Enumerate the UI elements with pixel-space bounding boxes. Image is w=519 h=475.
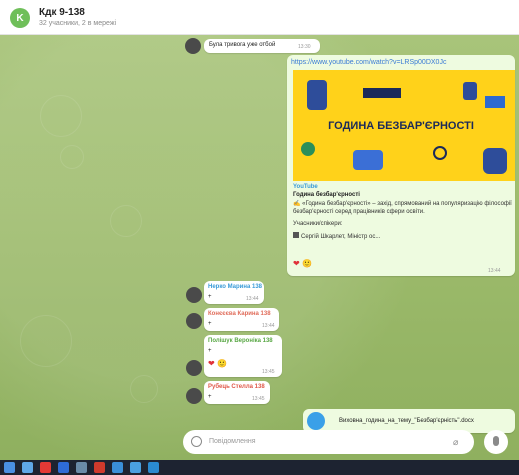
message-time: 13:44 xyxy=(488,268,501,274)
avatar-reaction[interactable]: 🙂 xyxy=(302,259,312,268)
reactions[interactable]: ❤ 🙂 xyxy=(208,359,227,368)
figure-illustration xyxy=(483,148,507,174)
message-time: 13:45 xyxy=(262,369,275,375)
message-input[interactable]: Повідомлення xyxy=(209,438,256,445)
pattern-doodle xyxy=(110,205,142,237)
figure-illustration xyxy=(463,82,477,100)
message-time: 13:45 xyxy=(252,396,265,402)
mic-icon xyxy=(493,436,499,446)
preview-speakers-label: Учасники/спікери: xyxy=(293,221,343,227)
file-name[interactable]: Виховна_година_на_тему_"Безбар'єрність".… xyxy=(339,418,474,424)
badge-illustration xyxy=(485,96,505,108)
taskbar-app-icon[interactable] xyxy=(130,462,141,473)
user-avatar[interactable] xyxy=(186,287,202,303)
message-text: + xyxy=(208,321,212,327)
pattern-doodle xyxy=(40,95,82,137)
message-link[interactable]: https://www.youtube.com/watch?v=LRSp00DX… xyxy=(291,59,446,66)
chat-title[interactable]: Кдк 9-138 xyxy=(39,7,85,18)
reactions[interactable]: ❤ 🙂 xyxy=(293,259,312,268)
pattern-doodle xyxy=(130,375,158,403)
emoji-icon[interactable] xyxy=(191,436,202,447)
group-avatar[interactable]: K xyxy=(10,8,30,28)
pattern-doodle xyxy=(60,145,84,169)
circle-illustration xyxy=(301,142,315,156)
sender-name[interactable]: Рубець Стелла 138 xyxy=(208,384,265,390)
message-time: 13:44 xyxy=(262,323,275,329)
message-bubble[interactable]: Нерко Марина 138 + 13:44 xyxy=(204,281,264,304)
message-bubble[interactable]: Конєєєва Карина 138 + 13:44 xyxy=(204,308,279,331)
sender-name[interactable]: Конєєєва Карина 138 xyxy=(208,311,271,317)
figure-illustration xyxy=(353,150,383,170)
user-avatar[interactable] xyxy=(186,388,202,404)
document-icon[interactable] xyxy=(307,412,325,430)
message-text: Була тривога уже отбой xyxy=(209,42,276,48)
heart-reaction[interactable]: ❤ xyxy=(208,359,215,368)
sender-name[interactable]: Полішук Вероніка 138 xyxy=(208,338,273,344)
preview-title: Година безбар'єрності xyxy=(293,192,360,198)
ministry-logo xyxy=(363,88,401,98)
message-text: + xyxy=(208,294,212,300)
taskbar-app-icon[interactable] xyxy=(112,462,123,473)
start-icon[interactable] xyxy=(4,462,15,473)
mic-button[interactable] xyxy=(484,430,508,454)
taskbar-app-icon[interactable] xyxy=(148,462,159,473)
preview-banner-title: ГОДИНА БЕЗБАР'ЄРНОСТІ xyxy=(328,120,474,132)
sender-name[interactable]: Нерко Марина 138 xyxy=(208,284,262,290)
chat-header[interactable]: K Кдк 9-138 32 учасники, 2 в мережі xyxy=(0,0,519,35)
link-preview-text: YouTube Година безбар'єрності ✍ «Година … xyxy=(293,184,513,240)
avatar-reaction[interactable]: 🙂 xyxy=(217,359,227,368)
user-avatar[interactable] xyxy=(186,313,202,329)
pattern-doodle xyxy=(20,315,72,367)
taskbar-app-icon[interactable] xyxy=(58,462,69,473)
message-time: 13:30 xyxy=(298,44,311,50)
message-time: 13:44 xyxy=(246,296,259,302)
circle-illustration xyxy=(433,146,447,160)
message-bubble[interactable]: Була тривога уже отбой 13:30 xyxy=(204,39,320,53)
chat-subtitle: 32 учасники, 2 в мережі xyxy=(39,20,117,27)
taskbar-app-icon[interactable] xyxy=(94,462,105,473)
message-bubble[interactable]: Рубець Стелла 138 + 13:45 xyxy=(204,381,270,404)
figure-illustration xyxy=(307,80,327,110)
message-bubble[interactable]: Полішук Вероніка 138 + ❤ 🙂 13:45 xyxy=(204,335,282,377)
attach-icon[interactable]: ⌀ xyxy=(453,437,458,448)
user-avatar[interactable] xyxy=(186,360,202,376)
preview-site: YouTube xyxy=(293,184,318,190)
check-icon xyxy=(293,232,299,238)
heart-reaction[interactable]: ❤ xyxy=(293,259,300,268)
taskbar-app-icon[interactable] xyxy=(22,462,33,473)
preview-speaker-line: Сергій Шкарлет, Міністр ос... xyxy=(293,232,513,240)
preview-description: ✍ «Година безбар'єрності» – захід, спрям… xyxy=(293,201,512,215)
message-composer[interactable]: Повідомлення ⌀ xyxy=(183,430,474,454)
user-avatar[interactable] xyxy=(185,38,201,54)
message-text: + xyxy=(208,348,212,354)
message-text: + xyxy=(208,394,212,400)
taskbar-app-icon[interactable] xyxy=(40,462,51,473)
taskbar-app-icon[interactable] xyxy=(76,462,87,473)
